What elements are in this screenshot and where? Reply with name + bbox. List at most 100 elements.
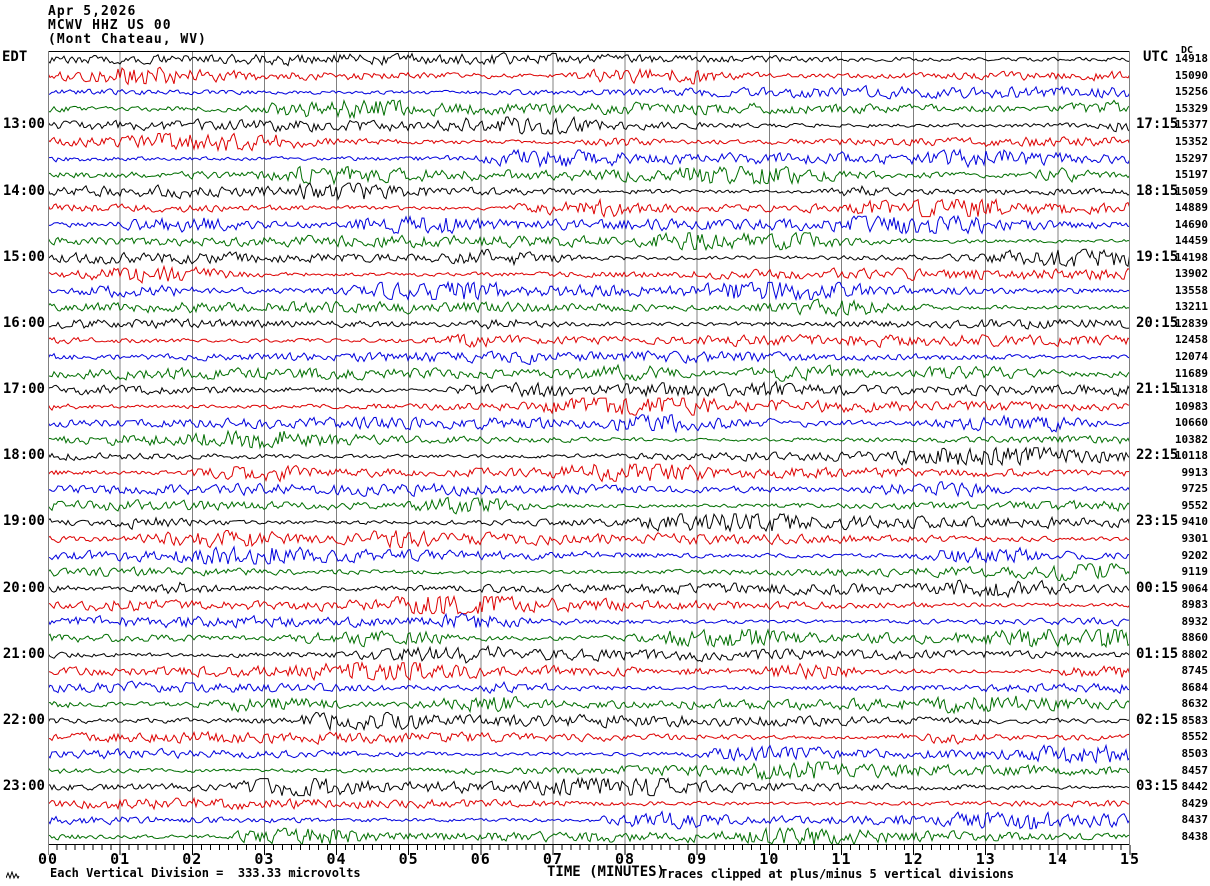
seismogram-plot (48, 51, 1130, 845)
x-tick-label: 06 (470, 850, 491, 868)
x-tick-label: 03 (254, 850, 275, 868)
left-hour-label: 20:00 (2, 579, 45, 596)
dc-offset-value: 15090 (1174, 68, 1208, 82)
seismogram-trace-row (48, 429, 1130, 450)
dc-offset-value: 15197 (1174, 168, 1208, 182)
left-hour-label: 16:00 (2, 314, 45, 331)
dc-offset-value: 8684 (1181, 680, 1209, 694)
seismogram-trace-row (48, 776, 1130, 797)
x-tick-label: 02 (182, 850, 203, 868)
left-hour-label: 15:00 (2, 248, 45, 265)
dc-offset-value: 14918 (1174, 52, 1208, 66)
seismogram-trace-row (48, 594, 1130, 615)
left-hour-label: 14:00 (2, 182, 45, 199)
left-timezone-label: EDT (2, 49, 28, 65)
dc-offset-value: 10382 (1174, 432, 1208, 446)
scale-note: Each Vertical Division = 333.33 microvol… (50, 866, 361, 880)
dc-offset-value: 8632 (1181, 697, 1209, 711)
dc-offset-value: 8552 (1181, 730, 1209, 744)
x-tick-label: 12 (903, 850, 924, 868)
dc-offset-value: 8932 (1181, 614, 1209, 628)
dc-offset-value: 10983 (1174, 399, 1208, 413)
seismogram-trace-row (48, 298, 1130, 318)
dc-offset-value: 8802 (1181, 647, 1209, 661)
dc-offset-value: 8438 (1181, 829, 1209, 843)
left-hour-label: 13:00 (2, 116, 45, 133)
x-tick-label: 14 (1047, 850, 1068, 868)
dc-offset-value: 14690 (1174, 217, 1208, 231)
clip-note: Traces clipped at plus/minus 5 vertical … (660, 867, 1015, 881)
seismogram-trace-row (48, 264, 1130, 284)
x-tick-label: 13 (975, 850, 996, 868)
seismogram-trace-row (48, 214, 1130, 235)
seismogram-trace-row (48, 446, 1130, 467)
seismogram-trace-row (48, 350, 1130, 366)
dc-offset-value: 8583 (1181, 713, 1209, 727)
dc-offset-value: 8983 (1181, 598, 1209, 612)
dc-offset-value: 11689 (1174, 366, 1208, 380)
seismogram-trace-row (48, 695, 1130, 715)
seismogram-trace-row (48, 796, 1130, 811)
x-tick-label: 09 (687, 850, 708, 868)
seismogram-trace-row (48, 644, 1130, 664)
seismogram-trace-row (48, 363, 1130, 382)
seismogram-trace-row (48, 115, 1130, 135)
seismogram-trace-row (48, 743, 1130, 765)
seismogram-trace-row (48, 760, 1130, 781)
mini-waveform-icon (6, 871, 20, 880)
dc-offset-value: 9119 (1181, 565, 1209, 579)
seismogram-trace-row (48, 248, 1130, 268)
seismogram-trace-row (48, 197, 1130, 218)
seismogram-trace-row (48, 148, 1130, 169)
seismogram-trace-row (48, 826, 1130, 845)
dc-offset-value: 9913 (1181, 465, 1209, 479)
seismogram-trace-row (48, 730, 1130, 746)
dc-offset-value: 10660 (1174, 416, 1208, 430)
seismogram-trace-row (48, 481, 1130, 498)
seismogram-trace-row (48, 463, 1130, 483)
x-axis-title: TIME (MINUTES) (546, 864, 665, 880)
left-hour-label: 21:00 (2, 645, 45, 662)
dc-offset-value: 8745 (1181, 664, 1209, 678)
seismogram-trace-row (48, 545, 1130, 565)
dc-offset-value: 14889 (1174, 201, 1208, 215)
dc-offset-value: 9064 (1181, 581, 1209, 595)
dc-offset-value: 13211 (1174, 300, 1208, 314)
dc-offset-value: 12458 (1174, 333, 1208, 347)
x-tick-label: 05 (398, 850, 419, 868)
dc-offset-value: 15352 (1174, 134, 1208, 148)
seismogram-trace-row (48, 529, 1130, 550)
dc-offset-value: 12074 (1174, 350, 1208, 364)
dc-offset-value: 8860 (1181, 631, 1209, 645)
seismogram-trace-row (48, 512, 1130, 533)
seismogram-trace-row (48, 680, 1130, 695)
seismogram-trace-row (48, 52, 1130, 67)
seismogram-trace-row (48, 84, 1130, 100)
dc-offset-value: 10118 (1174, 449, 1208, 463)
dc-offset-value: 8503 (1181, 747, 1209, 761)
dc-offset-value: 15297 (1174, 151, 1208, 165)
x-tick-label: 11 (831, 850, 852, 868)
dc-offset-value: 15059 (1174, 184, 1208, 198)
dc-offset-value: 15256 (1174, 85, 1208, 99)
dc-offset-value: 13902 (1174, 267, 1208, 281)
dc-offset-value: 13558 (1174, 283, 1208, 297)
x-tick-label: 01 (110, 850, 131, 868)
x-tick-label: 04 (326, 850, 347, 868)
seismogram-trace-row (48, 562, 1130, 582)
seismogram-trace-row (48, 165, 1130, 186)
dc-offset-value: 9552 (1181, 498, 1209, 512)
dc-offset-value: 14198 (1174, 250, 1208, 264)
x-tick-label: 10 (759, 850, 780, 868)
dc-offset-value: 8429 (1181, 796, 1209, 810)
seismogram-trace-row (48, 280, 1130, 302)
dc-offset-value: 12839 (1174, 316, 1208, 330)
left-hour-label: 23:00 (2, 778, 45, 795)
x-tick-label: 15 (1119, 850, 1141, 868)
dc-offset-value: 9410 (1181, 515, 1209, 529)
seismogram-trace-row (48, 380, 1130, 398)
dc-offset-value: 14459 (1174, 234, 1208, 248)
seismogram-trace-row (48, 66, 1130, 86)
plot-date: Apr 5,2026 (48, 4, 137, 19)
left-hour-label: 22:00 (2, 711, 45, 728)
